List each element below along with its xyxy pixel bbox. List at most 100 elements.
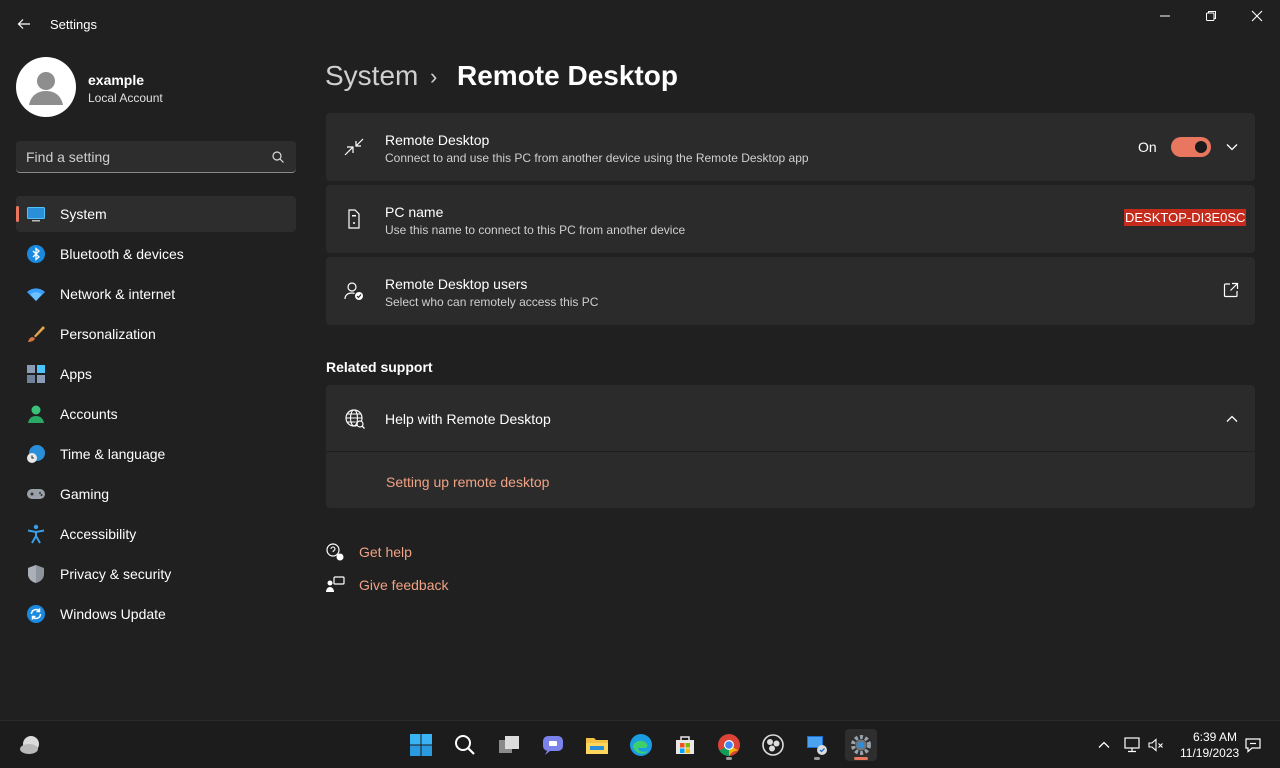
remote-desktop-users-card[interactable]: Remote Desktop users Select who can remo… xyxy=(326,257,1255,325)
brush-icon xyxy=(28,326,45,342)
taskbar-search-button[interactable] xyxy=(449,729,481,761)
chrome-button[interactable] xyxy=(713,729,745,761)
restore-button[interactable] xyxy=(1188,0,1234,32)
remote-desktop-card[interactable]: Remote Desktop Connect to and use this P… xyxy=(326,113,1255,181)
setting-up-remote-desktop-link[interactable]: Setting up remote desktop xyxy=(386,474,549,490)
pc-name-card: PC name Use this name to connect to this… xyxy=(326,185,1255,253)
search-icon[interactable] xyxy=(270,149,286,165)
chevron-up-icon[interactable] xyxy=(1222,409,1242,429)
file-explorer-button[interactable] xyxy=(581,729,613,761)
sidebar-item-label: Accounts xyxy=(60,406,118,422)
sidebar-item-gaming[interactable]: Gaming xyxy=(16,476,296,512)
pc-name-title: PC name xyxy=(385,204,444,220)
edge-icon xyxy=(630,734,652,756)
close-button[interactable] xyxy=(1234,0,1280,32)
wifi-icon xyxy=(27,288,45,301)
globe-search-icon xyxy=(345,409,365,429)
accessibility-icon xyxy=(27,524,45,544)
open-external-icon[interactable] xyxy=(1222,281,1240,299)
sidebar-item-label: Privacy & security xyxy=(60,566,172,582)
chevron-up-icon xyxy=(1098,741,1110,748)
network-status-button[interactable] xyxy=(1122,735,1142,755)
get-help-icon xyxy=(326,543,344,561)
breadcrumb-separator: › xyxy=(430,64,438,89)
search-input[interactable] xyxy=(26,147,266,167)
update-icon xyxy=(27,605,45,623)
sidebar-item-label: System xyxy=(60,206,107,222)
remote-desktop-toggle[interactable] xyxy=(1171,137,1211,157)
task-view-icon xyxy=(499,736,519,753)
back-button[interactable] xyxy=(10,10,38,38)
obs-button[interactable] xyxy=(757,729,789,761)
toggle-state-label: On xyxy=(1138,139,1157,155)
breadcrumb-parent[interactable]: System xyxy=(325,60,418,92)
search-icon xyxy=(455,735,475,755)
clock-time[interactable]: 6:39 AM xyxy=(1180,730,1237,744)
remote-desktop-description: Connect to and use this PC from another … xyxy=(385,151,809,165)
give-feedback-link[interactable]: Give feedback xyxy=(359,577,449,593)
person-check-icon xyxy=(344,282,363,300)
app-title: Settings xyxy=(50,17,97,32)
store-button[interactable] xyxy=(669,729,701,761)
toggle-knob xyxy=(1195,141,1207,153)
shield-icon xyxy=(28,565,44,583)
title-bar: Settings xyxy=(0,0,1280,48)
sidebar-item-label: Windows Update xyxy=(60,606,166,622)
profile-account-type: Local Account xyxy=(88,91,163,105)
monitor-network-icon xyxy=(1124,737,1140,753)
person-icon xyxy=(28,405,44,423)
remote-desktop-icon xyxy=(344,138,364,156)
chrome-icon xyxy=(718,734,740,756)
system-icon xyxy=(27,207,45,222)
restore-icon xyxy=(1206,11,1216,21)
notification-icon xyxy=(1245,738,1261,753)
sidebar-item-privacy[interactable]: Privacy & security xyxy=(16,556,296,592)
minimize-icon xyxy=(1160,15,1170,17)
rd-users-title: Remote Desktop users xyxy=(385,276,528,292)
tray-overflow-button[interactable] xyxy=(1094,735,1114,755)
sidebar-item-apps[interactable]: Apps xyxy=(16,356,296,392)
sidebar-item-label: Bluetooth & devices xyxy=(60,246,184,262)
feedback-icon xyxy=(326,576,345,592)
chat-button[interactable] xyxy=(537,729,569,761)
task-view-button[interactable] xyxy=(493,729,525,761)
notifications-button[interactable] xyxy=(1243,735,1263,755)
sidebar-item-label: Gaming xyxy=(60,486,110,502)
volume-muted-icon xyxy=(1148,738,1163,752)
file-explorer-icon xyxy=(586,738,608,754)
sidebar-item-personalization[interactable]: Personalization xyxy=(16,316,296,352)
chevron-down-icon[interactable] xyxy=(1222,137,1242,157)
settings-icon xyxy=(851,735,871,755)
network-app-icon xyxy=(807,736,827,755)
start-icon xyxy=(410,734,432,756)
help-expander-header[interactable]: Help with Remote Desktop xyxy=(326,385,1255,452)
edge-button[interactable] xyxy=(625,729,657,761)
sidebar-item-accessibility[interactable]: Accessibility xyxy=(16,516,296,552)
widgets-button[interactable] xyxy=(14,729,46,761)
network-app-button[interactable] xyxy=(801,729,833,761)
profile-name: example xyxy=(88,72,145,88)
sidebar-item-label: Time & language xyxy=(60,446,166,462)
close-icon xyxy=(1251,10,1263,22)
clock-date[interactable]: 11/19/2023 xyxy=(1180,746,1239,760)
rd-users-description: Select who can remotely access this PC xyxy=(385,295,599,309)
chat-icon xyxy=(543,736,563,755)
sidebar-item-system[interactable]: System xyxy=(16,196,296,232)
apps-icon xyxy=(27,365,45,383)
avatar[interactable] xyxy=(16,57,76,117)
start-button[interactable] xyxy=(405,729,437,761)
sidebar-nav: System Bluetooth & devices Network & int… xyxy=(16,196,296,636)
get-help-link[interactable]: Get help xyxy=(359,544,412,560)
sidebar-item-bluetooth[interactable]: Bluetooth & devices xyxy=(16,236,296,272)
volume-button[interactable] xyxy=(1146,735,1166,755)
help-card: Help with Remote Desktop Setting up remo… xyxy=(326,385,1255,508)
minimize-button[interactable] xyxy=(1142,0,1188,32)
sidebar-item-time-language[interactable]: Time & language xyxy=(16,436,296,472)
sidebar-item-label: Network & internet xyxy=(60,286,176,302)
search-box[interactable] xyxy=(16,141,296,173)
sidebar-item-windows-update[interactable]: Windows Update xyxy=(16,596,296,632)
sidebar-item-network[interactable]: Network & internet xyxy=(16,276,296,312)
sidebar-item-accounts[interactable]: Accounts xyxy=(16,396,296,432)
running-indicator xyxy=(814,757,820,760)
settings-taskbar-button[interactable] xyxy=(845,729,877,761)
